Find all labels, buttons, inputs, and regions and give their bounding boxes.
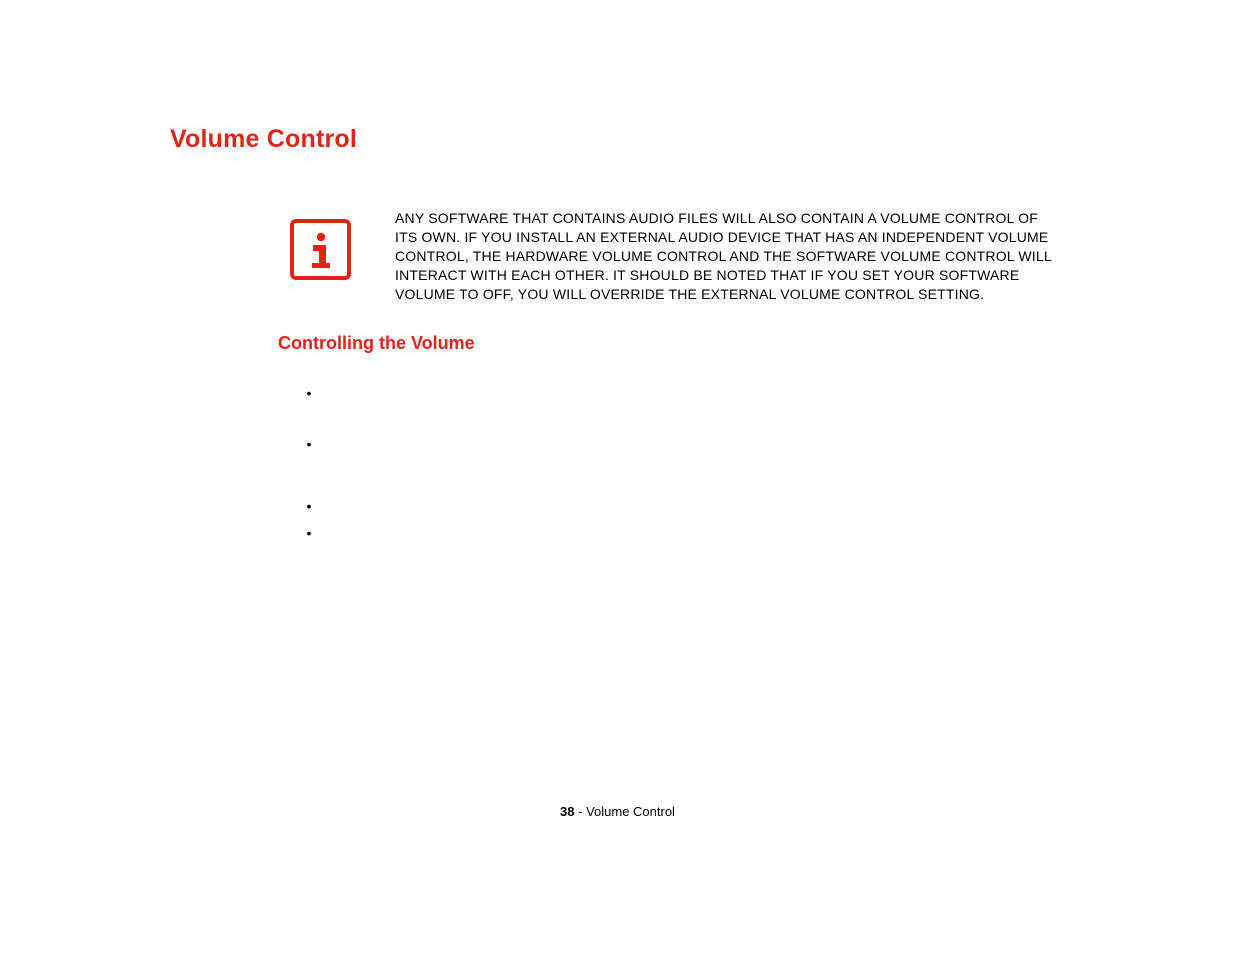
footer-separator: - bbox=[575, 804, 587, 819]
list-item: • bbox=[300, 525, 1000, 542]
footer-section: Volume Control bbox=[586, 804, 675, 819]
page-footer: 38 - Volume Control bbox=[0, 804, 1235, 819]
bullet-list: • • • • bbox=[300, 385, 1000, 542]
sub-heading: Controlling the Volume bbox=[278, 333, 475, 354]
bullet-dot-icon: • bbox=[300, 525, 318, 542]
page-number: 38 bbox=[560, 804, 574, 819]
info-note-content: ANY SOFTWARE THAT CONTAINS AUDIO FILES W… bbox=[395, 210, 1051, 302]
list-item: • bbox=[300, 385, 1000, 402]
bullet-dot-icon: • bbox=[300, 436, 318, 453]
page-title: Volume Control bbox=[170, 125, 357, 154]
info-note-row: ANY SOFTWARE THAT CONTAINS AUDIO FILES W… bbox=[290, 209, 1060, 303]
info-icon bbox=[290, 219, 351, 280]
info-note-text: ANY SOFTWARE THAT CONTAINS AUDIO FILES W… bbox=[395, 209, 1060, 303]
list-item: • bbox=[300, 498, 1000, 515]
bullet-dot-icon: • bbox=[300, 385, 318, 402]
document-page: Volume Control ANY SOFTWARE THAT CONTAIN… bbox=[0, 0, 1235, 954]
list-item: • bbox=[300, 436, 1000, 453]
bullet-dot-icon: • bbox=[300, 498, 318, 515]
